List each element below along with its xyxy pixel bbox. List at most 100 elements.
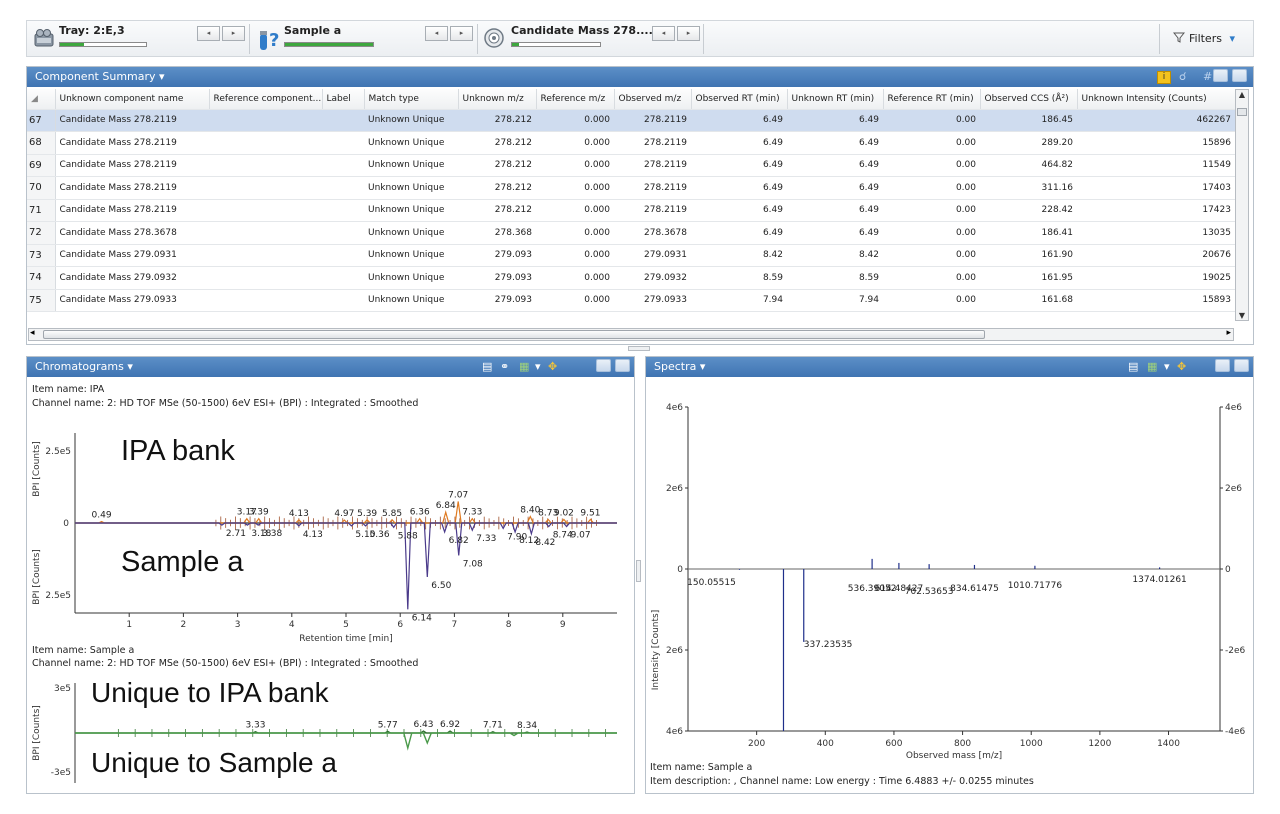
table-cell: 279.093 <box>458 266 536 290</box>
table-row[interactable]: 74 Candidate Mass 279.0932 Unknown Unique 2… <box>27 266 1235 290</box>
table-cell: Unknown Unique <box>364 221 458 245</box>
table-cell: Candidate Mass 278.2119 <box>55 131 209 155</box>
x-tick-label: 8 <box>506 620 512 630</box>
scroll-thumb[interactable] <box>43 330 985 339</box>
export-icon[interactable]: ▤ <box>482 360 492 373</box>
x-tick-label: 5 <box>343 620 349 630</box>
scroll-thumb[interactable] <box>1237 108 1247 116</box>
chevron-down-icon[interactable]: ▾ <box>535 360 541 373</box>
link-icon[interactable]: ⚭ <box>500 360 509 373</box>
column-header[interactable]: Observed m/z <box>614 89 692 110</box>
table-cell: 0.000 <box>536 131 614 155</box>
column-header[interactable]: Unknown m/z <box>458 89 537 110</box>
x-tick-label: 6 <box>397 620 403 630</box>
table-cell: 278.212 <box>458 131 536 155</box>
move-icon[interactable]: ✥ <box>1177 360 1186 373</box>
column-header[interactable]: Observed RT (min) <box>691 89 788 110</box>
filters-button[interactable]: Filters ▾ <box>1173 32 1235 45</box>
chevron-down-icon: ▾ <box>1229 32 1235 45</box>
spectrum-chart[interactable]: 4e6 4e6 2e6 2e6 0 0 2e6 -2e6 4e6 -4e6 200 400 600 800… <box>646 397 1253 761</box>
table-cell: 13035 <box>1077 221 1235 245</box>
sample-progress <box>284 42 374 47</box>
svg-text:?: ? <box>269 30 279 51</box>
candidate-prev-button[interactable]: ◂ <box>652 26 675 41</box>
table-cell: 161.95 <box>980 266 1077 290</box>
peak-label: 9.07 <box>571 531 591 541</box>
scroll-up-arrow-icon[interactable]: ▲ <box>1236 90 1248 99</box>
grid-icon[interactable]: # <box>1203 70 1212 83</box>
chromatogram-item-name: Item name: IPA <box>32 384 105 395</box>
info-icon[interactable]: i <box>1157 71 1171 84</box>
column-header[interactable]: Label <box>322 89 365 110</box>
component-summary-header: Component Summary ▾ <box>27 67 1253 87</box>
table-header-row: ◢ Unknown component name Reference compo… <box>27 89 1236 110</box>
chromatogram-chart[interactable]: 2.5e502.5e5BPI [Counts]BPI [Counts]1 2 3 4 5… <box>27 413 634 653</box>
peak-label: 7.33 <box>462 508 482 518</box>
maximize-button[interactable] <box>615 359 630 372</box>
candidate-nav: ◂ ▸ <box>652 26 702 41</box>
column-header[interactable]: Match type <box>364 89 459 110</box>
table-row[interactable]: 69 Candidate Mass 278.2119 Unknown Unique 2… <box>27 154 1235 177</box>
candidate-target-icon <box>484 28 504 48</box>
table-cell: Unknown Unique <box>364 109 458 132</box>
table-row[interactable]: 75 Candidate Mass 279.0933 Unknown Unique 2… <box>27 289 1235 312</box>
spectra-menu[interactable]: Spectra ▾ <box>654 360 705 373</box>
row-number: 73 <box>27 244 56 267</box>
table-cell: Candidate Mass 278.2119 <box>55 176 209 200</box>
minimize-button[interactable] <box>1213 69 1228 82</box>
candidate-next-button[interactable]: ▸ <box>677 26 700 41</box>
column-header[interactable]: Unknown RT (min) <box>787 89 884 110</box>
move-icon[interactable]: ✥ <box>548 360 557 373</box>
x-tick-label: 7 <box>452 620 458 630</box>
table-cell: 228.42 <box>980 199 1077 222</box>
component-table: ◢ Unknown component name Reference compo… <box>27 89 1236 312</box>
table-cell: 278.212 <box>458 199 536 222</box>
peak-label: 337.23535 <box>804 640 853 650</box>
column-header[interactable]: Reference m/z <box>536 89 615 110</box>
scroll-right-arrow-icon[interactable]: ▸ <box>1226 328 1231 338</box>
tray-prev-button[interactable]: ◂ <box>197 26 220 41</box>
sample-next-button[interactable]: ▸ <box>450 26 473 41</box>
peak-label: 702.53653 <box>905 587 954 597</box>
tray-next-button[interactable]: ▸ <box>222 26 245 41</box>
maximize-button[interactable] <box>1232 69 1247 82</box>
panel-splitter-handle[interactable] <box>636 560 641 582</box>
column-header[interactable]: Reference component... <box>209 89 323 110</box>
scroll-left-arrow-icon[interactable]: ◂ <box>30 328 35 338</box>
peak-label: 2.71 <box>226 529 246 539</box>
peak-label: 3.33 <box>245 721 265 731</box>
chevron-down-icon[interactable]: ▾ <box>1164 360 1170 373</box>
column-header[interactable]: Reference RT (min) <box>883 89 981 110</box>
column-header[interactable]: Unknown component name <box>55 89 210 110</box>
export-icon[interactable]: ▤ <box>1128 360 1138 373</box>
chromatograms-menu[interactable]: Chromatograms ▾ <box>35 360 133 373</box>
vertical-scrollbar[interactable]: ▲ ▼ <box>1235 89 1249 321</box>
sample-nav: ◂ ▸ <box>425 26 475 41</box>
table-cell: 0.00 <box>883 154 980 177</box>
column-header[interactable]: Unknown Intensity (Counts) <box>1077 89 1236 110</box>
table-cell <box>322 154 364 177</box>
component-summary-menu[interactable]: Component Summary ▾ <box>35 70 165 83</box>
table-cell: 279.0932 <box>614 266 691 290</box>
minimize-button[interactable] <box>596 359 611 372</box>
table-row[interactable]: 68 Candidate Mass 278.2119 Unknown Unique 2… <box>27 131 1235 155</box>
scroll-down-arrow-icon[interactable]: ▼ <box>1236 311 1248 320</box>
toolbar-divider <box>703 24 704 54</box>
table-row[interactable]: 71 Candidate Mass 278.2119 Unknown Unique 2… <box>27 199 1235 222</box>
sample-prev-button[interactable]: ◂ <box>425 26 448 41</box>
pin-icon[interactable]: ☌ <box>1179 70 1186 83</box>
horizontal-scrollbar[interactable]: ◂ ▸ <box>28 328 1234 341</box>
maximize-button[interactable] <box>1234 359 1249 372</box>
table-row[interactable]: 73 Candidate Mass 279.0931 Unknown Unique 2… <box>27 244 1235 267</box>
table-cell: 6.49 <box>787 109 883 132</box>
minimize-button[interactable] <box>1215 359 1230 372</box>
table-row[interactable]: 72 Candidate Mass 278.3678 Unknown Unique 2… <box>27 221 1235 245</box>
x-tick-label: 800 <box>954 739 971 749</box>
layers-icon[interactable]: ▦ <box>519 360 529 373</box>
table-row[interactable]: 67 Candidate Mass 278.2119 Unknown Unique 2… <box>27 109 1235 132</box>
column-header[interactable]: Observed CCS (Å²) <box>980 89 1078 110</box>
table-row[interactable]: 70 Candidate Mass 278.2119 Unknown Unique 2… <box>27 176 1235 200</box>
layers-icon[interactable]: ▦ <box>1147 360 1157 373</box>
peak-label: 6.43 <box>413 720 433 730</box>
panel-splitter-handle[interactable] <box>628 346 650 351</box>
